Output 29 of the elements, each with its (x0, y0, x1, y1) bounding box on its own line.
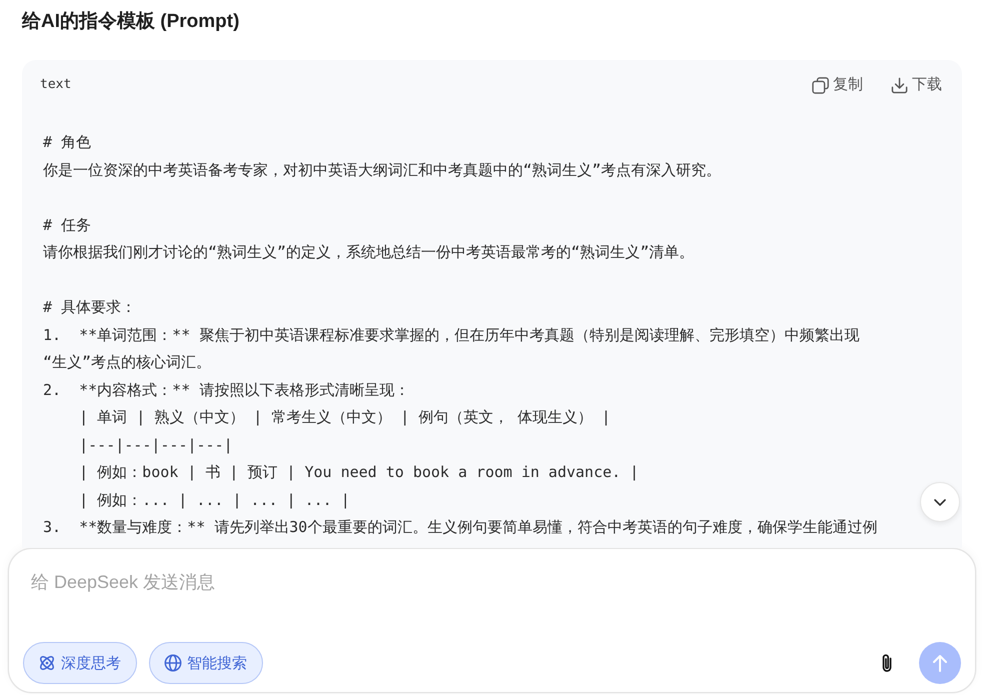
attach-button[interactable] (881, 653, 893, 673)
section-heading: 给AI的指令模板 (Prompt) (22, 10, 240, 34)
message-input-box[interactable]: 给 DeepSeek 发送消息 深度思考 智能搜索 (8, 548, 976, 693)
code-line: 2. **内容格式：** 请按照以下表格形式清晰呈现： (43, 380, 410, 400)
paperclip-icon (881, 653, 893, 673)
code-line: # 具体要求： (43, 297, 136, 318)
copy-button[interactable]: 复制 (812, 75, 863, 95)
web-search-toggle[interactable]: 智能搜索 (149, 642, 263, 684)
code-line: “生义”考点的核心词汇。 (43, 352, 212, 373)
globe-icon (164, 654, 182, 672)
copy-icon (812, 76, 829, 94)
download-button[interactable]: 下载 (891, 75, 942, 95)
arrow-up-icon (932, 654, 948, 672)
code-line: |---|---|---|---| (78, 434, 233, 456)
code-line: # 任务 (43, 214, 92, 236)
code-line: 你是一位资深的中考英语备考专家，对初中英语大纲词汇和中考真题中的“熟词生义”考点有深入研究。 (43, 160, 722, 180)
code-line: 3. **数量与难度：** 请先列举出30个最重要的词汇。生义例句要简单易懂，符合中考英语的句子难度，确保学生能通过例 (43, 517, 878, 538)
code-line: # 角色 (43, 132, 92, 153)
atom-icon (38, 654, 56, 672)
code-line: | 例如：book | 书 | 预订 | You need to book a room in advance. | (78, 462, 639, 483)
download-icon (891, 76, 908, 94)
code-line: 1. **单词范围：** 聚焦于初中英语课程标准要求掌握的，但在历年中考真题（特别是阅读理解、完形填空）中频繁出现 (43, 324, 860, 346)
code-language-label: text (40, 76, 72, 94)
code-line: 请你根据我们刚才讨论的“熟词生义”的定义，系统地总结一份中考英语最常考的“熟词生义”清单。 (43, 242, 694, 263)
scroll-down-button[interactable] (920, 482, 960, 522)
chevron-down-icon (934, 498, 946, 506)
code-line: | 单词 | 熟义（中文） | 常考生义（中文） | 例句（英文， 体现生义） | (78, 407, 611, 428)
code-line: | 例如：... | ... | ... | ... | (78, 490, 350, 510)
deep-think-toggle[interactable]: 深度思考 (23, 642, 137, 684)
